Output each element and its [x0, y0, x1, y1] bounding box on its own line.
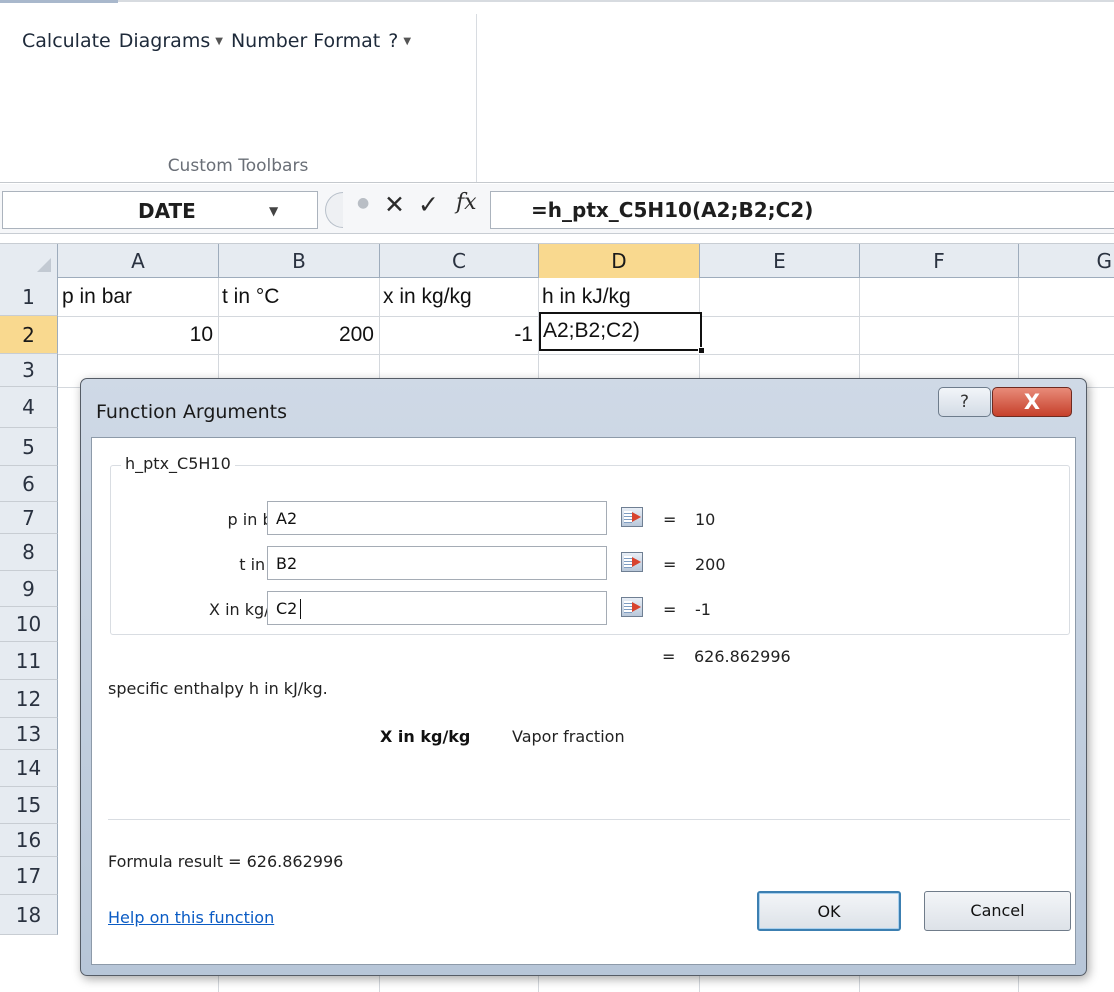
cell-b1[interactable]: t in °C [218, 278, 379, 316]
cell-a2[interactable]: 10 [58, 316, 218, 354]
formula-input[interactable]: =h_ptx_C5H10(A2;B2;C2) [490, 191, 1114, 229]
argument-help-name: X in kg/kg [380, 727, 471, 746]
row-header-9[interactable]: 9 [0, 571, 58, 607]
result-equals: = [662, 647, 676, 666]
text-caret [300, 599, 301, 619]
fx-icon[interactable]: fx [456, 190, 477, 215]
row-header-7[interactable]: 7 [0, 502, 58, 534]
function-name: h_ptx_C5H10 [121, 454, 235, 473]
calculate-menu[interactable]: Calculate [22, 30, 111, 52]
dialog-divider [108, 819, 1070, 820]
row-header-15[interactable]: 15 [0, 787, 58, 824]
close-button[interactable]: X [992, 387, 1072, 417]
row-header-4[interactable]: 4 [0, 387, 58, 428]
row-header-2[interactable]: 2 [0, 316, 58, 354]
row-header-14[interactable]: 14 [0, 750, 58, 787]
formula-bar-splitter[interactable] [325, 192, 343, 228]
help-button[interactable]: ? [938, 387, 991, 417]
function-result: 626.862996 [694, 647, 791, 666]
cell-d1[interactable]: h in kJ/kg [538, 278, 699, 316]
column-header-b[interactable]: B [219, 244, 380, 278]
row-header-3[interactable]: 3 [0, 354, 58, 387]
diagrams-menu[interactable]: Diagrams ▼ [119, 30, 223, 52]
collapse-dialog-icon[interactable] [621, 507, 643, 527]
dot-icon: ● [357, 195, 370, 211]
row-header-11[interactable]: 11 [0, 642, 58, 680]
check-icon[interactable]: ✓ [418, 190, 439, 219]
ribbon-group-separator [476, 14, 477, 182]
ok-button[interactable]: OK [757, 891, 901, 931]
cancel-button[interactable]: Cancel [924, 891, 1071, 931]
triangle-icon [37, 258, 51, 272]
arg-input-x[interactable]: C2 [267, 591, 607, 625]
column-header-e[interactable]: E [700, 244, 860, 278]
arg-result-x: -1 [695, 600, 711, 619]
arg-equals: = [663, 600, 677, 619]
formula-result: Formula result = 626.862996 [108, 852, 344, 871]
column-header-a[interactable]: A [58, 244, 219, 278]
column-header-c[interactable]: C [380, 244, 539, 278]
ribbon-tab-indicator [0, 0, 118, 3]
row-header-18[interactable]: 18 [0, 895, 58, 935]
chevron-down-icon: ▼ [403, 35, 412, 47]
name-box[interactable]: DATE ▼ [2, 191, 318, 229]
row-header-12[interactable]: 12 [0, 680, 58, 718]
function-group: h_ptx_C5H10 p in bar A2 = 10 t in ºC B2 … [110, 454, 1070, 635]
ribbon-group-label: Custom Toolbars [167, 156, 309, 176]
row-header-8[interactable]: 8 [0, 534, 58, 571]
arg-input-p[interactable]: A2 [267, 501, 607, 535]
function-arguments-dialog: Function Arguments ? X h_ptx_C5H10 p in … [80, 378, 1087, 976]
arg-result-p: 10 [695, 510, 716, 529]
help-on-function-link[interactable]: Help on this function [108, 908, 274, 927]
row-header-5[interactable]: 5 [0, 428, 58, 466]
column-header-g[interactable]: G [1019, 244, 1114, 278]
cell-c2[interactable]: -1 [379, 316, 538, 354]
cell-c1[interactable]: x in kg/kg [379, 278, 538, 316]
dialog-title: Function Arguments [96, 401, 288, 423]
argument-help-description: Vapor fraction [512, 727, 625, 746]
ribbon-top-border [0, 0, 1114, 2]
row-header-17[interactable]: 17 [0, 857, 58, 895]
row-header-1[interactable]: 1 [0, 278, 58, 316]
arg-equals: = [663, 510, 677, 529]
row-header-16[interactable]: 16 [0, 824, 58, 857]
arg-equals: = [663, 555, 677, 574]
ribbon: Calculate Diagrams ▼ Number Format ? ▼ Cus… [0, 0, 1114, 183]
row-header-10[interactable]: 10 [0, 607, 58, 642]
help-menu[interactable]: ? ▼ [388, 30, 411, 52]
column-header-f[interactable]: F [860, 244, 1019, 278]
close-icon[interactable]: ✕ [384, 190, 405, 219]
chevron-down-icon: ▼ [215, 35, 223, 47]
fill-handle[interactable] [698, 347, 705, 354]
collapse-dialog-icon[interactable] [621, 597, 643, 617]
column-header-d[interactable]: D [539, 244, 700, 278]
arg-input-t[interactable]: B2 [267, 546, 607, 580]
name-box-value: DATE [138, 199, 196, 223]
row-header-6[interactable]: 6 [0, 466, 58, 502]
column-headers: A B C D E F G [0, 243, 1114, 278]
cell-d2-editing[interactable]: A2;B2;C2) [541, 312, 699, 350]
formula-bar: DATE ▼ ● ✕ ✓ fx =h_ptx_C5H10(A2;B2;C2) [0, 184, 1114, 234]
select-all-button[interactable] [0, 244, 58, 278]
cell-a1[interactable]: p in bar [58, 278, 218, 316]
function-description: specific enthalpy h in kJ/kg. [108, 679, 328, 698]
chevron-down-icon[interactable]: ▼ [269, 204, 278, 218]
cell-b2[interactable]: 200 [218, 316, 379, 354]
number-format-menu[interactable]: Number Format [231, 30, 380, 52]
formula-text: =h_ptx_C5H10(A2;B2;C2) [531, 198, 814, 222]
dialog-body: h_ptx_C5H10 p in bar A2 = 10 t in ºC B2 … [91, 437, 1076, 965]
collapse-dialog-icon[interactable] [621, 552, 643, 572]
custom-toolbar-menu: Calculate Diagrams ▼ Number Format ? ▼ [22, 30, 411, 52]
row-header-13[interactable]: 13 [0, 718, 58, 750]
active-cell-d2[interactable]: A2;B2;C2) [539, 312, 705, 354]
arg-result-t: 200 [695, 555, 726, 574]
